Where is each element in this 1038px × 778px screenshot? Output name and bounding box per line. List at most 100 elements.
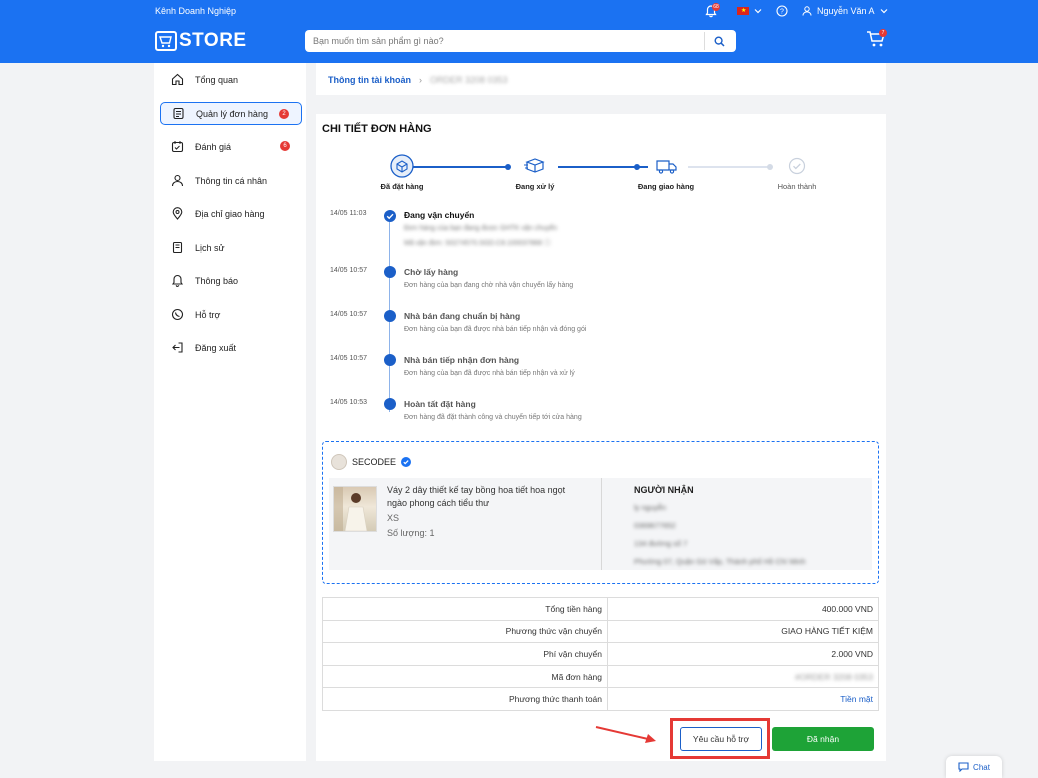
notification-button[interactable]: 68 — [704, 3, 720, 19]
user-icon — [802, 6, 812, 16]
recipient-phone: 0369677652 — [634, 521, 676, 530]
timeline-dot — [384, 266, 396, 278]
sidebar-item-label: Tổng quan — [195, 74, 239, 85]
timeline-time: 14/05 10:53 — [330, 399, 367, 406]
step-label-completed: Hoàn thành — [777, 182, 817, 191]
sidebar-item-overview[interactable]: Tổng quan — [160, 68, 302, 91]
timeline-dot — [384, 398, 396, 410]
timeline-dot — [384, 354, 396, 366]
verified-badge-icon — [401, 457, 412, 467]
product-image[interactable] — [333, 486, 377, 532]
whatsapp-support-icon — [170, 308, 184, 322]
user-name: Nguyễn Văn A — [817, 6, 875, 16]
progress-dot — [505, 164, 511, 170]
request-support-button[interactable]: Yêu cầu hỗ trợ — [680, 727, 762, 751]
timeline-desc: Đơn hàng đã đặt thành công và chuyển tiế… — [404, 414, 582, 421]
summary-label: Phí vận chuyển — [322, 642, 608, 666]
timeline-time: 14/05 10:57 — [330, 267, 367, 274]
user-menu[interactable]: Nguyễn Văn A — [802, 3, 889, 19]
notification-badge: 68 — [712, 3, 720, 11]
completed-check-step-icon — [788, 157, 806, 175]
language-selector[interactable]: ★ — [737, 3, 763, 19]
top-header: Kênh Doanh Nghiệp 68 ★ ? Nguyễn Văn A ST… — [0, 0, 1038, 63]
order-list-icon — [171, 107, 185, 121]
page-title: CHI TIẾT ĐƠN HÀNG — [322, 123, 432, 135]
breadcrumb-bar: Thông tin tài khoản › ORDER 3208 0353 — [316, 63, 886, 95]
shop-logo — [331, 454, 347, 470]
summary-value: GIAO HÀNG TIẾT KIỆM — [607, 619, 879, 644]
review-count-badge: 6 — [280, 141, 290, 151]
sidebar-item-label: Thông báo — [195, 275, 239, 286]
order-code: #ORDER 3208 0353 — [795, 671, 873, 682]
search-bar — [305, 30, 736, 52]
location-pin-icon — [170, 207, 184, 221]
order-count-badge: 2 — [279, 109, 289, 119]
help-circle-icon: ? — [776, 5, 788, 17]
breadcrumb-separator-icon: › — [419, 75, 422, 85]
delivery-truck-step-icon — [655, 156, 679, 176]
timeline-title: Hoàn tất đặt hàng — [404, 399, 476, 409]
order-summary-table: Tổng tiền hàng 400.000 VND Phương thức v… — [322, 597, 879, 711]
cart-button[interactable]: 7 — [866, 29, 887, 50]
sidebar-item-shipping-address[interactable]: Địa chỉ giao hàng — [160, 202, 302, 225]
sidebar-item-notifications[interactable]: Thông báo — [160, 269, 302, 292]
processing-step-icon — [523, 156, 547, 176]
search-button[interactable] — [704, 32, 734, 50]
store-logo[interactable]: STORE — [155, 30, 247, 52]
chevron-down-icon — [880, 9, 887, 14]
timeline-title: Nhà bán đang chuẩn bị hàng — [404, 311, 521, 321]
timeline-title: Đang vận chuyển — [404, 210, 475, 220]
logo-text: STORE — [179, 30, 247, 51]
breadcrumb-account-link[interactable]: Thông tin tài khoản — [328, 75, 411, 85]
chevron-down-icon — [754, 9, 762, 14]
table-row: Phí vận chuyển 2.000 VND — [322, 642, 879, 666]
step-label-processing: Đang xử lý — [515, 182, 555, 191]
cart-logo-icon — [155, 31, 177, 51]
vietnam-flag-icon: ★ — [737, 7, 749, 15]
help-button[interactable]: ? — [776, 3, 788, 19]
step-label-shipping: Đang giao hàng — [637, 182, 695, 191]
svg-text:?: ? — [780, 9, 784, 16]
history-icon — [170, 241, 184, 255]
order-placed-step-icon — [390, 154, 414, 178]
red-arrow-icon — [595, 726, 656, 743]
shop-header[interactable]: SECODEE — [331, 454, 412, 470]
sidebar-item-label: Thông tin cá nhân — [195, 175, 268, 186]
timeline-time: 14/05 10:57 — [330, 311, 367, 318]
home-icon — [170, 73, 184, 87]
timeline-desc: Đơn hàng của bạn đang chờ nhà vận chuyển… — [404, 282, 574, 289]
sidebar-item-label: Địa chỉ giao hàng — [195, 208, 265, 219]
timeline-title: Nhà bán tiếp nhận đơn hàng — [404, 355, 520, 365]
sidebar-item-personal-info[interactable]: Thông tin cá nhân — [160, 169, 302, 192]
table-row: Phương thức thanh toán Tiền mặt — [322, 687, 879, 711]
sidebar-item-support[interactable]: Hỗ trợ — [160, 303, 302, 326]
received-button[interactable]: Đã nhận — [772, 727, 874, 751]
summary-label: Mã đơn hàng — [322, 664, 608, 689]
progress-line — [408, 166, 508, 168]
sidebar-item-history[interactable]: Lịch sử — [160, 236, 302, 259]
sidebar-item-order-management[interactable]: Quản lý đơn hàng 2 — [160, 102, 302, 125]
summary-label: Phương thức vận chuyển — [322, 619, 608, 644]
cart-badge: 7 — [879, 29, 887, 37]
breadcrumb-current-order: ORDER 3208 0353 — [430, 75, 508, 85]
shop-order-card: SECODEE Váy 2 dây thiết kế tay bồng hoa … — [322, 441, 879, 584]
product-name[interactable]: Váy 2 dây thiết kế tay bồng hoa tiết hoa… — [387, 484, 577, 510]
chat-label: Chat — [973, 762, 990, 772]
shop-name: SECODEE — [352, 457, 397, 467]
logout-icon — [170, 341, 184, 355]
order-detail-panel: CHI TIẾT ĐƠN HÀNG Đã đặt hàng Đang xử lý… — [316, 114, 886, 761]
chat-widget-button[interactable]: Chat — [946, 756, 1002, 778]
sidebar-item-reviews[interactable]: Đánh giá 6 — [160, 135, 302, 158]
product-quantity: Số lượng: 1 — [387, 528, 435, 538]
bell-icon — [170, 274, 184, 288]
timeline-desc: Đơn hàng của bạn đã được nhà bán tiếp nh… — [404, 370, 575, 377]
timeline-desc: Đơn hàng của bạn đang được GHTK vận chuy… — [404, 225, 558, 232]
sidebar-item-logout[interactable]: Đăng xuất — [160, 336, 302, 359]
step-label-placed: Đã đặt hàng — [380, 182, 424, 191]
sidebar-item-label: Quản lý đơn hàng — [196, 108, 268, 119]
business-channel-link[interactable]: Kênh Doanh Nghiệp — [155, 6, 236, 16]
timeline-dot — [384, 310, 396, 322]
recipient-street: 134 đường số 7 — [634, 539, 688, 548]
summary-value: #ORDER 3208 0353 — [607, 664, 879, 689]
search-input[interactable] — [305, 30, 700, 52]
